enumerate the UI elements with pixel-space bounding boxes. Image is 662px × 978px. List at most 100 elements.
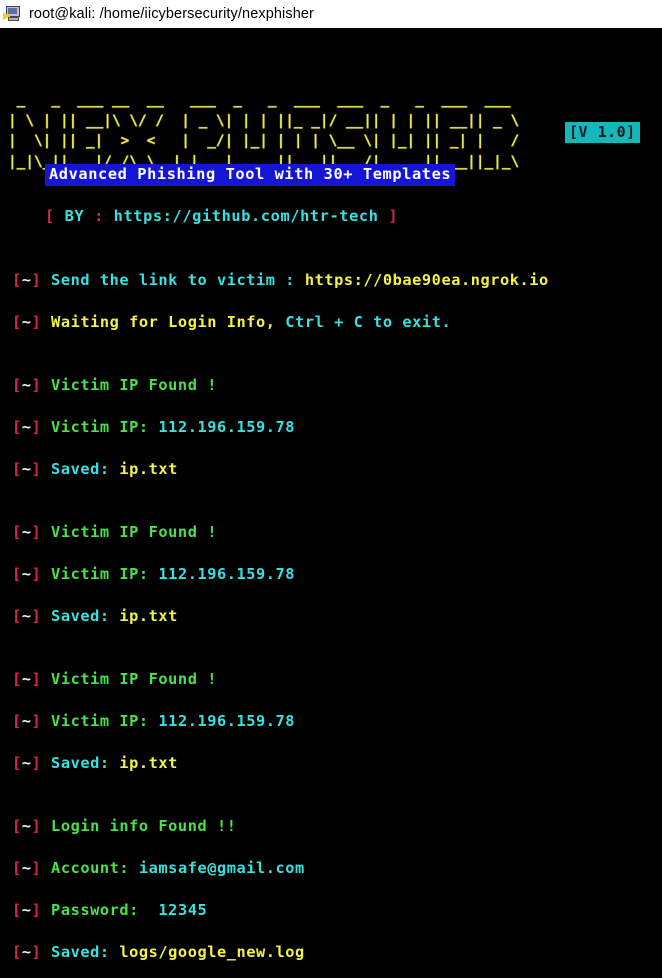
window-title: root@kali: /home/iicybersecurity/nexphis… — [29, 5, 314, 22]
prompt-open-bracket: [ — [12, 943, 22, 961]
log-segment: 112.196.159.78 — [158, 565, 296, 583]
ascii-art-banner: _ _ ___ __ __ ___ _ _ ___ ___ _ _ ___ __… — [8, 92, 520, 170]
log-segment: logs/google_new.log — [119, 943, 305, 961]
prompt-close-bracket: ] — [31, 901, 42, 919]
window-titlebar: root@kali: /home/iicybersecurity/nexphis… — [0, 0, 662, 28]
log-line: [~] Send the link to victim : https://0b… — [12, 268, 662, 310]
prompt-open-bracket: [ — [12, 565, 22, 583]
log-line: [~] Saved: ip.txt — [12, 751, 662, 793]
log-segment: Login info Found !! — [41, 817, 237, 835]
prompt-close-bracket: ] — [31, 376, 42, 394]
log-segment: ip.txt — [119, 460, 178, 478]
prompt-close-bracket: ] — [31, 859, 42, 877]
byline-author-label: BY — [54, 207, 95, 225]
prompt-open-bracket: [ — [12, 754, 22, 772]
author-byline: [ BY : https://github.com/htr-tech ] — [45, 207, 398, 225]
log-segment: Ctrl + C to exit. — [285, 313, 452, 331]
log-line: [~] Victim IP Found ! — [12, 667, 662, 709]
log-segment: Account: — [41, 859, 139, 877]
log-blank-line — [12, 499, 662, 520]
log-line: [~] Victim IP Found ! — [12, 520, 662, 562]
prompt-close-bracket: ] — [31, 418, 42, 436]
log-segment: Saved: — [41, 460, 120, 478]
prompt-open-bracket: [ — [12, 817, 22, 835]
prompt-tilde: ~ — [21, 712, 32, 730]
prompt-close-bracket: ] — [31, 817, 42, 835]
log-segment: 12345 — [158, 901, 208, 919]
version-badge: [V 1.0] — [565, 122, 640, 143]
prompt-close-bracket: ] — [31, 313, 42, 331]
log-segment: Waiting for Login Info, — [41, 313, 286, 331]
log-segment: ip.txt — [119, 607, 178, 625]
log-segment: Victim IP: — [41, 712, 159, 730]
log-blank-line — [12, 352, 662, 373]
prompt-open-bracket: [ — [12, 523, 22, 541]
prompt-tilde: ~ — [21, 523, 32, 541]
log-line: [~] Victim IP: 112.196.159.78 — [12, 709, 662, 751]
prompt-open-bracket: [ — [12, 460, 22, 478]
prompt-tilde: ~ — [21, 418, 32, 436]
prompt-open-bracket: [ — [12, 712, 22, 730]
log-segment: iamsafe@gmail.com — [138, 859, 305, 877]
prompt-close-bracket: ] — [31, 754, 42, 772]
terminal-screen[interactable]: _ _ ___ __ __ ___ _ _ ___ ___ _ _ ___ __… — [0, 28, 662, 978]
log-line: [~] Victim IP: 112.196.159.78 — [12, 415, 662, 457]
log-segment: Saved: — [41, 943, 120, 961]
log-segment: ip.txt — [119, 754, 178, 772]
prompt-tilde: ~ — [21, 460, 32, 478]
prompt-open-bracket: [ — [12, 418, 22, 436]
log-segment: Victim IP Found ! — [41, 523, 217, 541]
prompt-open-bracket: [ — [12, 607, 22, 625]
prompt-tilde: ~ — [21, 313, 32, 331]
prompt-close-bracket: ] — [31, 460, 42, 478]
log-segment: Victim IP Found ! — [41, 376, 217, 394]
prompt-tilde: ~ — [21, 271, 32, 289]
log-line: [~] Victim IP Found ! — [12, 373, 662, 415]
log-segment: 112.196.159.78 — [158, 418, 296, 436]
log-line: [~] Password: 12345 — [12, 898, 662, 940]
log-line: [~] Account: iamsafe@gmail.com — [12, 856, 662, 898]
prompt-close-bracket: ] — [31, 712, 42, 730]
log-segment: Victim IP: — [41, 565, 159, 583]
prompt-close-bracket: ] — [31, 523, 42, 541]
tagline-banner: Advanced Phishing Tool with 30+ Template… — [45, 164, 456, 186]
prompt-open-bracket: [ — [12, 271, 22, 289]
prompt-close-bracket: ] — [31, 943, 42, 961]
log-blank-line — [12, 646, 662, 667]
log-segment: Password: — [41, 901, 159, 919]
log-line: [~] Victim IP: 112.196.159.78 — [12, 562, 662, 604]
byline-url: https://github.com/htr-tech — [103, 207, 389, 225]
byline-close-bracket: ] — [388, 207, 399, 225]
prompt-open-bracket: [ — [12, 859, 22, 877]
terminal-log: [~] Send the link to victim : https://0b… — [12, 268, 662, 978]
prompt-tilde: ~ — [21, 817, 32, 835]
prompt-open-bracket: [ — [12, 313, 22, 331]
terminal-shortcut-icon — [3, 4, 23, 24]
prompt-open-bracket: [ — [12, 670, 22, 688]
log-segment: Victim IP Found ! — [41, 670, 217, 688]
prompt-tilde: ~ — [21, 670, 32, 688]
prompt-tilde: ~ — [21, 376, 32, 394]
prompt-close-bracket: ] — [31, 271, 42, 289]
prompt-close-bracket: ] — [31, 607, 42, 625]
byline-open-bracket: [ — [45, 207, 55, 225]
log-segment: Send the link to victim : — [41, 271, 305, 289]
prompt-tilde: ~ — [21, 859, 32, 877]
log-blank-line — [12, 793, 662, 814]
prompt-tilde: ~ — [21, 901, 32, 919]
prompt-open-bracket: [ — [12, 376, 22, 394]
prompt-close-bracket: ] — [31, 670, 42, 688]
log-segment: Saved: — [41, 607, 120, 625]
log-line: [~] Saved: ip.txt — [12, 457, 662, 499]
log-segment: Victim IP: — [41, 418, 159, 436]
prompt-close-bracket: ] — [31, 565, 42, 583]
byline-colon: : — [94, 207, 104, 225]
log-line: [~] Saved: ip.txt — [12, 604, 662, 646]
prompt-open-bracket: [ — [12, 901, 22, 919]
log-segment: 112.196.159.78 — [158, 712, 296, 730]
log-segment: https://0bae90ea.ngrok.io — [304, 271, 549, 289]
log-segment: Saved: — [41, 754, 120, 772]
prompt-tilde: ~ — [21, 754, 32, 772]
log-line: [~] Waiting for Login Info, Ctrl + C to … — [12, 310, 662, 352]
prompt-tilde: ~ — [21, 565, 32, 583]
